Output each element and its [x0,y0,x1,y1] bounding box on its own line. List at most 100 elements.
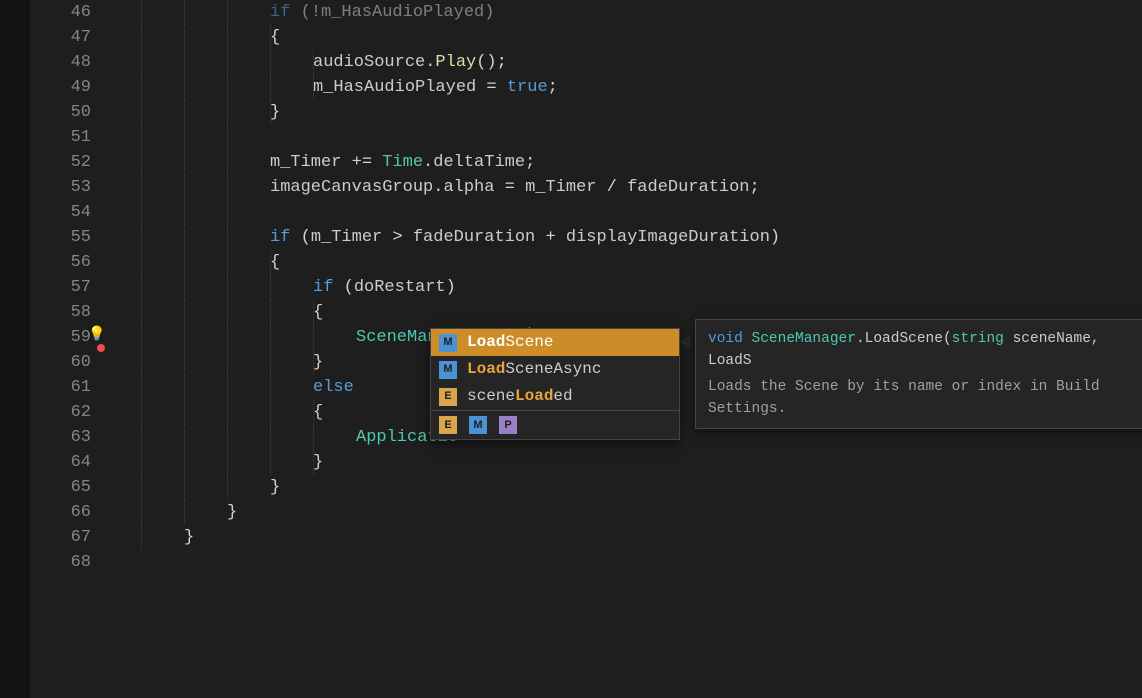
code-token: { [313,303,323,322]
code-line[interactable]: } [113,525,1142,550]
indent-guide [227,300,228,325]
code-line[interactable] [113,125,1142,150]
autocomplete-filter-bar: EMP [431,410,679,439]
line-number: 46 [30,0,91,25]
code-token: ) [770,228,780,247]
filter-prop-icon-icon[interactable]: P [499,416,517,434]
code-line[interactable] [113,200,1142,225]
code-line[interactable] [113,550,1142,575]
code-token: / [596,178,627,197]
method-icon: M [439,334,457,352]
code-token: . [425,53,435,72]
indent-guide [141,475,142,500]
code-line[interactable]: if (m_Timer > fadeDuration + displayImag… [113,225,1142,250]
indent-guide [184,325,185,350]
line-number: 53 [30,175,91,200]
method-icon: M [439,361,457,379]
line-number: 57 [30,275,91,300]
code-token: if [270,228,290,247]
autocomplete-item[interactable]: EsceneLoaded [431,383,679,410]
code-token: m_Timer [270,153,341,172]
code-token: ) [446,278,456,297]
code-token: m_HasAudioPlayed [313,78,476,97]
code-token: } [313,353,323,372]
code-token: = [494,178,525,197]
indent-guide [184,225,185,250]
code-line[interactable]: m_HasAudioPlayed = true; [113,75,1142,100]
code-line[interactable]: m_Timer += Time.deltaTime; [113,150,1142,175]
indent-guide [141,200,142,225]
indent-guide [270,375,271,400]
indent-guide [227,275,228,300]
indent-guide [184,75,185,100]
code-line[interactable]: } [113,475,1142,500]
indent-guide [270,400,271,425]
code-line[interactable]: } [113,100,1142,125]
code-line[interactable]: if (doRestart) [113,275,1142,300]
autocomplete-item[interactable]: MLoadSceneAsync [431,356,679,383]
line-number: 62 [30,400,91,425]
indent-guide [227,425,228,450]
code-token: (); [476,53,507,72]
indent-guide [184,475,185,500]
code-token: } [270,103,280,122]
code-token: ) [484,3,494,22]
code-line[interactable]: imageCanvasGroup.alpha = m_Timer / fadeD… [113,175,1142,200]
line-number: 65 [30,475,91,500]
indent-guide [141,50,142,75]
code-token: } [270,478,280,497]
code-token: ( [333,278,353,297]
line-number: 54 [30,200,91,225]
line-number: 61 [30,375,91,400]
code-token: . [423,153,433,172]
indent-guide [313,425,314,450]
autocomplete-popup[interactable]: MLoadSceneMLoadSceneAsyncEsceneLoadedEMP [430,328,680,440]
code-token: alpha [443,178,494,197]
indent-guide [141,25,142,50]
indent-guide [141,75,142,100]
indent-guide [141,150,142,175]
code-token: if [270,3,290,22]
code-line[interactable]: { [113,25,1142,50]
line-number: 63 [30,425,91,450]
line-number: 60 [30,350,91,375]
indent-guide [141,275,142,300]
indent-guide [227,75,228,100]
error-indicator-icon [97,344,105,352]
code-token: ; [548,78,558,97]
code-token: imageCanvasGroup [270,178,433,197]
code-token: m_Timer [525,178,596,197]
code-line[interactable]: { [113,250,1142,275]
indent-guide [184,375,185,400]
code-token: if [313,278,333,297]
code-token: { [270,253,280,272]
autocomplete-arrow [680,335,690,349]
filter-event-icon[interactable]: E [439,416,457,434]
code-line[interactable]: } [113,450,1142,475]
line-number: 52 [30,150,91,175]
code-line[interactable]: if (!m_HasAudioPlayed) [113,0,1142,25]
autocomplete-label: LoadScene [467,330,553,355]
code-token: . [433,178,443,197]
code-token: > [382,228,413,247]
indent-guide [270,50,271,75]
indent-guide [227,25,228,50]
code-line[interactable]: audioSource.Play(); [113,50,1142,75]
indent-guide [184,350,185,375]
documentation-tooltip: void SceneManager.LoadScene(string scene… [695,319,1142,429]
code-token: deltaTime [433,153,525,172]
doc-param-name: sceneName [1013,331,1091,347]
indent-guide [270,300,271,325]
code-line[interactable]: } [113,500,1142,525]
indent-guide [313,325,314,350]
indent-guide [141,125,142,150]
indent-guide [184,250,185,275]
doc-keyword: void [708,331,743,347]
indent-guide [227,200,228,225]
line-number: 47 [30,25,91,50]
filter-method-icon[interactable]: M [469,416,487,434]
indent-guide [184,50,185,75]
indent-guide [184,0,185,25]
line-number: 64 [30,450,91,475]
autocomplete-item[interactable]: M LoadScene [431,329,679,356]
